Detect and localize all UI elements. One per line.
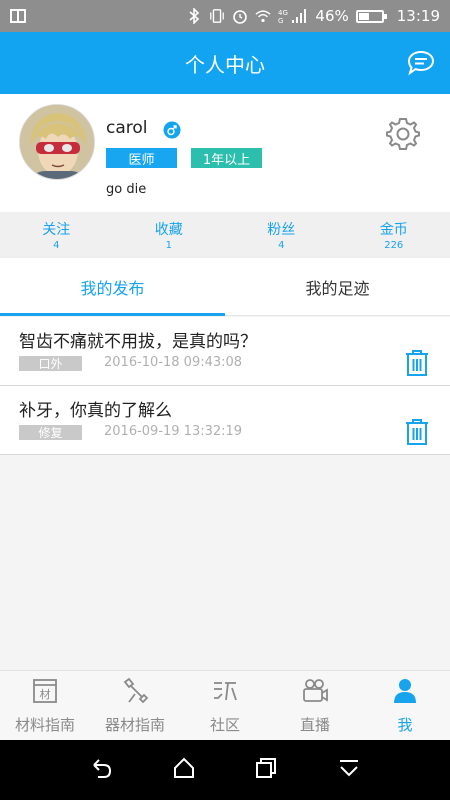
settings-gear-icon[interactable] — [386, 116, 420, 150]
list-item[interactable]: 补牙，你真的了解么 修复 2016-09-19 13:32:19 — [0, 386, 450, 455]
camera-icon — [300, 676, 330, 710]
vibrate-icon — [209, 8, 225, 24]
stat-value: 4 — [53, 240, 60, 251]
profile-bio: go die — [106, 182, 147, 197]
nav-live[interactable]: 直播 — [270, 671, 360, 740]
battery-icon — [355, 9, 387, 23]
stat-favorites[interactable]: 收藏 1 — [113, 212, 226, 258]
trash-icon[interactable] — [405, 418, 429, 446]
screen-mirror-icon — [10, 8, 26, 24]
wifi-icon — [255, 8, 272, 24]
stat-coins[interactable]: 金币 226 — [338, 212, 450, 258]
nav-label: 器材指南 — [104, 716, 165, 734]
svg-text:4G: 4G — [278, 9, 288, 17]
nav-label: 我 — [397, 716, 413, 734]
post-title: 补牙，你真的了解么 — [19, 401, 172, 421]
nav-me[interactable]: 我 — [360, 671, 450, 740]
svg-text:材: 材 — [40, 687, 51, 701]
nav-community[interactable]: 社区 — [180, 671, 270, 740]
app-header: 个人中心 — [0, 32, 450, 94]
nav-equipment-guide[interactable]: 器材指南 — [90, 671, 180, 740]
tab-my-history[interactable]: 我的足迹 — [225, 258, 450, 315]
stat-label: 关注 — [42, 222, 71, 238]
recent-apps-icon[interactable] — [254, 756, 278, 784]
clock: 13:19 — [396, 7, 440, 25]
stat-label: 粉丝 — [267, 222, 296, 238]
equipment-icon — [120, 676, 150, 710]
person-icon — [390, 676, 420, 710]
avatar[interactable] — [19, 104, 95, 180]
post-title: 智齿不痛就不用拔，是真的吗？ — [19, 332, 257, 352]
post-time: 2016-09-19 13:32:19 — [104, 424, 243, 439]
system-nav-bar — [0, 740, 450, 800]
back-icon[interactable] — [89, 756, 113, 784]
post-tag: 口外 — [19, 356, 82, 371]
status-bar: 4G G 46% 13:19 — [0, 0, 450, 32]
nav-material-guide[interactable]: 材 材料指南 — [0, 671, 90, 740]
username: carol — [106, 118, 148, 138]
bluetooth-icon — [186, 8, 202, 24]
nav-label: 材料指南 — [14, 716, 75, 734]
community-icon — [210, 676, 240, 710]
stat-label: 金币 — [379, 222, 408, 238]
stats-bar: 关注 4 收藏 1 粉丝 4 金币 226 — [0, 212, 450, 258]
tab-bar: 我的发布 我的足迹 — [0, 258, 450, 316]
hide-keyboard-icon[interactable] — [337, 756, 361, 784]
trash-icon[interactable] — [405, 349, 429, 377]
stat-value: 4 — [278, 240, 285, 251]
stat-followers[interactable]: 粉丝 4 — [225, 212, 338, 258]
stat-label: 收藏 — [154, 222, 183, 238]
page-title: 个人中心 — [185, 52, 265, 77]
stat-value: 226 — [384, 240, 404, 251]
stat-following[interactable]: 关注 4 — [0, 212, 113, 258]
gender-male-icon — [163, 121, 181, 139]
experience-badge: 1年以上 — [191, 148, 262, 168]
post-tag: 修复 — [19, 425, 82, 440]
nav-label: 直播 — [299, 716, 330, 734]
list-item[interactable]: 智齿不痛就不用拔，是真的吗？ 口外 2016-10-18 09:43:08 — [0, 317, 450, 386]
home-icon[interactable] — [172, 756, 196, 784]
signal-icon: 4G G — [278, 8, 308, 24]
post-list: 智齿不痛就不用拔，是真的吗？ 口外 2016-10-18 09:43:08 补牙… — [0, 317, 450, 455]
profile-card: carol 医师 1年以上 go die — [0, 94, 450, 212]
message-icon[interactable] — [406, 48, 436, 78]
stat-value: 1 — [165, 240, 172, 251]
bottom-nav: 材 材料指南 器材指南 社区 直播 我 — [0, 670, 450, 740]
material-icon: 材 — [30, 676, 60, 710]
alarm-icon — [232, 8, 248, 24]
post-time: 2016-10-18 09:43:08 — [104, 355, 243, 370]
role-badge: 医师 — [106, 148, 177, 168]
nav-label: 社区 — [209, 716, 240, 734]
battery-percent: 46% — [315, 7, 349, 25]
tab-my-posts[interactable]: 我的发布 — [0, 258, 225, 316]
svg-text:G: G — [278, 17, 283, 24]
